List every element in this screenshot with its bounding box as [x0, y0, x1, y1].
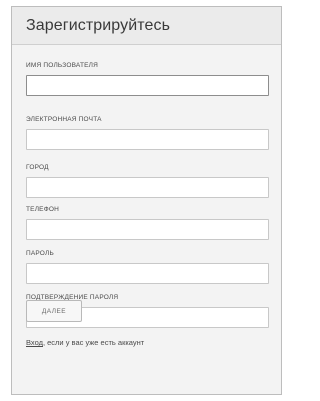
- username-label: ИМЯ ПОЛЬЗОВАТЕЛЯ: [26, 62, 99, 69]
- login-link[interactable]: Вход: [26, 338, 43, 347]
- registration-card: Зарегистрируйтесь ИМЯ ПОЛЬЗОВАТЕЛЯ ЭЛЕКТ…: [11, 6, 282, 395]
- email-field[interactable]: [26, 129, 269, 150]
- phone-label: ТЕЛЕФОН: [26, 206, 59, 213]
- login-prompt: Вход, если у вас уже есть аккаунт: [26, 338, 144, 347]
- form-title: Зарегистрируйтесь: [26, 16, 171, 34]
- username-field[interactable]: [26, 75, 269, 96]
- page: Зарегистрируйтесь ИМЯ ПОЛЬЗОВАТЕЛЯ ЭЛЕКТ…: [0, 0, 290, 401]
- next-button[interactable]: ДАЛЕЕ: [26, 300, 82, 322]
- password-field[interactable]: [26, 263, 269, 284]
- phone-field[interactable]: [26, 219, 269, 240]
- login-prompt-text: , если у вас уже есть аккаунт: [42, 338, 145, 347]
- email-label: ЭЛЕКТРОННАЯ ПОЧТА: [26, 116, 102, 123]
- password-label: ПАРОЛЬ: [26, 250, 54, 257]
- city-field[interactable]: [26, 177, 269, 198]
- city-label: ГОРОД: [26, 164, 49, 171]
- card-header: Зарегистрируйтесь: [12, 7, 281, 45]
